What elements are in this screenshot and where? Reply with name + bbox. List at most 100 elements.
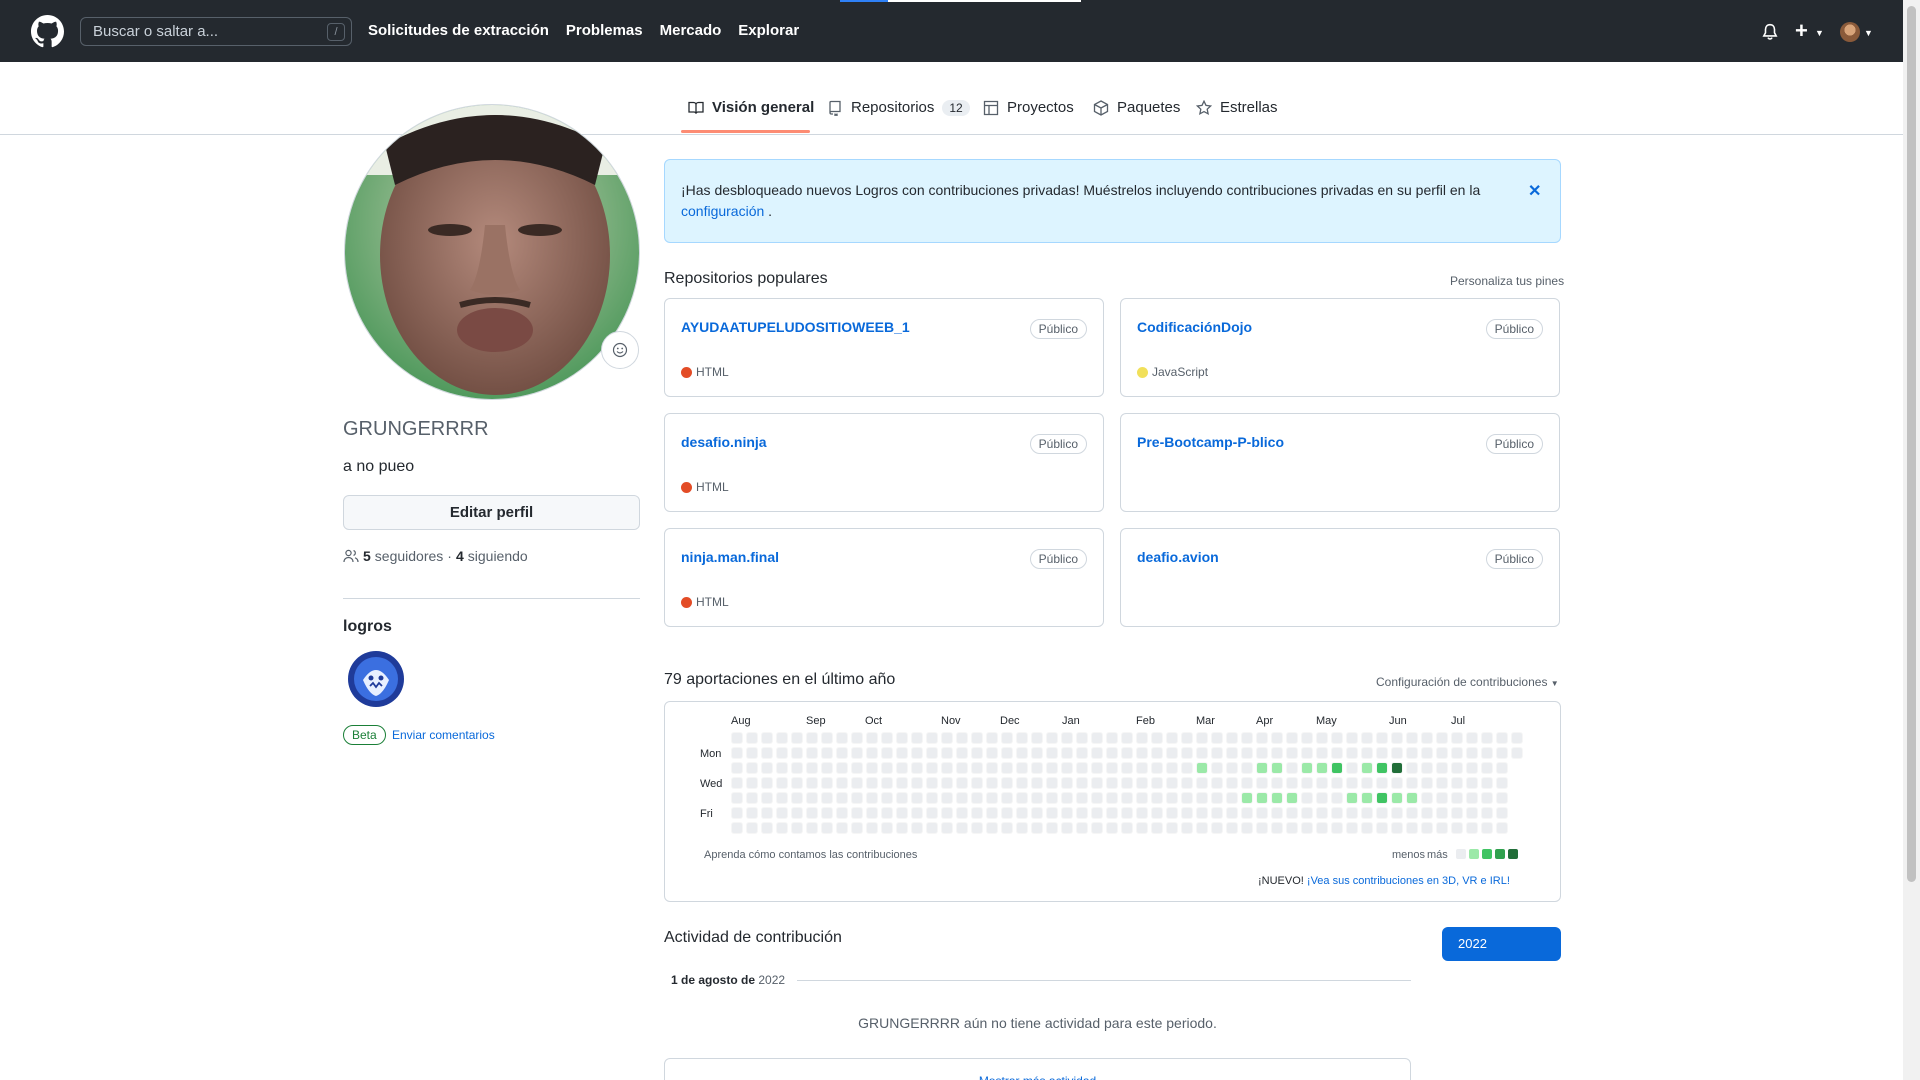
contribution-day-cell[interactable]: [971, 777, 983, 789]
contribution-day-cell[interactable]: [791, 747, 803, 759]
contribution-day-cell[interactable]: [896, 777, 908, 789]
contribution-day-cell[interactable]: [1166, 762, 1178, 774]
contribution-day-cell[interactable]: [1436, 822, 1448, 834]
contribution-day-cell[interactable]: [836, 762, 848, 774]
contribution-day-cell[interactable]: [1286, 777, 1298, 789]
contribution-day-cell[interactable]: [881, 762, 893, 774]
contribution-day-cell[interactable]: [836, 807, 848, 819]
user-avatar-small[interactable]: [1840, 22, 1860, 42]
contribution-day-cell[interactable]: [1286, 762, 1298, 774]
contribution-day-cell[interactable]: [866, 807, 878, 819]
contribution-day-cell[interactable]: [1301, 777, 1313, 789]
contribution-day-cell[interactable]: [1121, 792, 1133, 804]
contribution-day-cell[interactable]: [1061, 777, 1073, 789]
contribution-day-cell[interactable]: [1091, 792, 1103, 804]
contribution-day-cell[interactable]: [941, 822, 953, 834]
contribution-day-cell[interactable]: [1016, 807, 1028, 819]
contribution-day-cell[interactable]: [1106, 747, 1118, 759]
contribution-day-cell[interactable]: [761, 777, 773, 789]
contribution-day-cell[interactable]: [1121, 777, 1133, 789]
achievement-badge[interactable]: [347, 650, 405, 708]
contribution-day-cell[interactable]: [761, 762, 773, 774]
contribution-day-cell[interactable]: [851, 792, 863, 804]
contribution-day-cell[interactable]: [1061, 732, 1073, 744]
contribution-day-cell[interactable]: [1286, 732, 1298, 744]
followers-count[interactable]: 5: [363, 548, 371, 564]
contribution-day-cell[interactable]: [1466, 822, 1478, 834]
contribution-day-cell[interactable]: [1496, 777, 1508, 789]
contribution-day-cell[interactable]: [806, 822, 818, 834]
contribution-day-cell[interactable]: [731, 777, 743, 789]
contribution-day-cell[interactable]: [911, 762, 923, 774]
contribution-day-cell[interactable]: [1241, 762, 1253, 774]
contribution-day-cell[interactable]: [1151, 747, 1163, 759]
contribution-day-cell[interactable]: [1451, 777, 1463, 789]
contribution-day-cell[interactable]: [1346, 732, 1358, 744]
contribution-day-cell[interactable]: [776, 822, 788, 834]
contribution-day-cell[interactable]: [1166, 792, 1178, 804]
contribution-day-cell[interactable]: [1466, 807, 1478, 819]
tab-overview[interactable]: Visión general: [688, 99, 814, 116]
contribution-day-cell[interactable]: [1436, 732, 1448, 744]
github-logo-icon[interactable]: [31, 15, 64, 48]
contribution-day-cell[interactable]: [1481, 777, 1493, 789]
contribution-day-cell[interactable]: [866, 822, 878, 834]
contribution-day-cell[interactable]: [1331, 822, 1343, 834]
contribution-day-cell[interactable]: [851, 732, 863, 744]
contribution-day-cell[interactable]: [911, 732, 923, 744]
contribution-day-cell[interactable]: [941, 792, 953, 804]
contribution-day-cell[interactable]: [1331, 747, 1343, 759]
contribution-day-cell[interactable]: [1466, 762, 1478, 774]
contribution-day-cell[interactable]: [1271, 777, 1283, 789]
contribution-day-cell[interactable]: [1301, 792, 1313, 804]
contribution-day-cell[interactable]: [1466, 777, 1478, 789]
contribution-day-cell[interactable]: [1451, 792, 1463, 804]
contribution-day-cell[interactable]: [1301, 747, 1313, 759]
contribution-day-cell[interactable]: [1436, 777, 1448, 789]
contribution-day-cell[interactable]: [941, 762, 953, 774]
contribution-day-cell[interactable]: [1136, 792, 1148, 804]
contribution-day-cell[interactable]: [1451, 747, 1463, 759]
contribution-day-cell[interactable]: [1136, 822, 1148, 834]
contribution-day-cell[interactable]: [1496, 732, 1508, 744]
contribution-day-cell[interactable]: [1256, 792, 1268, 804]
contribution-day-cell[interactable]: [1301, 762, 1313, 774]
contribution-day-cell[interactable]: [1481, 792, 1493, 804]
contribution-day-cell[interactable]: [746, 792, 758, 804]
contribution-day-cell[interactable]: [821, 762, 833, 774]
contribution-day-cell[interactable]: [1316, 822, 1328, 834]
plus-icon[interactable]: +: [1795, 20, 1808, 42]
following-count[interactable]: 4: [456, 548, 464, 564]
contribution-day-cell[interactable]: [1481, 762, 1493, 774]
contribution-day-cell[interactable]: [971, 822, 983, 834]
contribution-day-cell[interactable]: [1316, 807, 1328, 819]
contribution-day-cell[interactable]: [1196, 777, 1208, 789]
contribution-day-cell[interactable]: [1376, 732, 1388, 744]
contribution-day-cell[interactable]: [1286, 807, 1298, 819]
contribution-day-cell[interactable]: [761, 732, 773, 744]
contribution-day-cell[interactable]: [881, 807, 893, 819]
contribution-day-cell[interactable]: [1091, 822, 1103, 834]
contribution-day-cell[interactable]: [866, 777, 878, 789]
contribution-day-cell[interactable]: [1391, 732, 1403, 744]
contribution-day-cell[interactable]: [986, 822, 998, 834]
contribution-day-cell[interactable]: [1511, 732, 1523, 744]
contribution-day-cell[interactable]: [1391, 762, 1403, 774]
contribution-day-cell[interactable]: [1226, 747, 1238, 759]
contribution-day-cell[interactable]: [791, 732, 803, 744]
contribution-day-cell[interactable]: [911, 747, 923, 759]
contribution-day-cell[interactable]: [1166, 777, 1178, 789]
contribution-day-cell[interactable]: [791, 807, 803, 819]
contribution-day-cell[interactable]: [746, 747, 758, 759]
contribution-day-cell[interactable]: [971, 807, 983, 819]
contribution-day-cell[interactable]: [1436, 792, 1448, 804]
contribution-day-cell[interactable]: [1151, 792, 1163, 804]
contribution-day-cell[interactable]: [1181, 762, 1193, 774]
contribution-day-cell[interactable]: [1046, 822, 1058, 834]
contribution-day-cell[interactable]: [1316, 732, 1328, 744]
contribution-day-cell[interactable]: [941, 807, 953, 819]
contribution-day-cell[interactable]: [1451, 822, 1463, 834]
contribution-day-cell[interactable]: [1016, 747, 1028, 759]
contribution-day-cell[interactable]: [971, 747, 983, 759]
bell-icon[interactable]: [1761, 22, 1779, 42]
